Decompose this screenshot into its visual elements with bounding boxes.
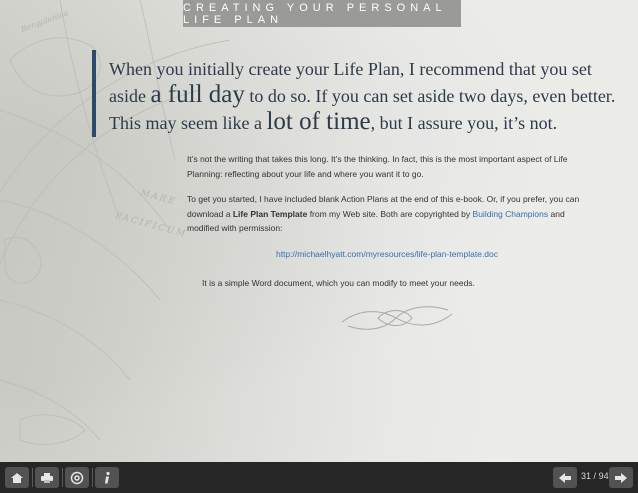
info-icon [105,471,110,483]
quote-text: When you initially create your Life Plan… [109,59,592,79]
next-page-button[interactable] [609,467,633,488]
quote-text: to do so. If you can set aside two days,… [244,86,616,106]
quote-text: aside [109,86,151,106]
previous-page-button[interactable] [553,467,577,488]
quote-emphasis: lot of time [266,108,371,135]
quote-line-2: aside a full day to do so. If you can se… [109,82,629,109]
map-label: PACIFICUM [113,211,188,240]
total-pages: 94 [598,471,609,481]
paragraph: It’s not the writing that takes this lon… [187,154,568,179]
email-icon [70,471,84,484]
url-paragraph: http://michaelhyatt.com/myresources/life… [187,247,587,262]
toolbar-divider [92,468,93,487]
quote-line-3: This may seem like a lot of time, but I … [109,109,629,136]
map-label: Bengalenica [19,8,70,34]
chapter-title: CREATING YOUR PERSONAL LIFE PLAN [183,1,447,26]
bottom-toolbar: 31 / 94 [0,462,638,493]
paragraph-text: from my Web site. Both are copyrighted b… [307,208,473,219]
print-icon [41,472,53,483]
pull-quote: When you initially create your Life Plan… [109,56,629,136]
home-button[interactable] [5,467,29,488]
quote-emphasis: a full day [150,81,245,108]
chapter-header: CREATING YOUR PERSONAL LIFE PLAN [183,0,461,27]
quote-line-1: When you initially create your Life Plan… [109,56,629,82]
template-download-link[interactable]: http://michaelhyatt.com/myresources/life… [276,249,498,259]
print-button[interactable] [35,467,59,488]
quote-accent-bar [92,50,96,137]
quote-text: , but I assure you, it’s not. [370,113,558,133]
toolbar-divider [32,468,33,487]
map-label: MARE [138,188,177,208]
page-counter: 31 / 94 [581,471,609,481]
toolbar-divider [62,468,63,487]
email-button[interactable] [65,467,89,488]
quote-text: This may seem like a [109,113,267,133]
paragraph: It is a simple Word document, which you … [202,278,475,288]
page-separator: / [593,471,597,481]
current-page: 31 [581,471,592,481]
paragraph: To get you started, I have included blan… [187,192,587,236]
arrow-left-icon [559,472,571,483]
building-champions-link[interactable]: Building Champions [473,209,549,219]
bold-text: Life Plan Template [232,208,308,219]
home-icon [11,472,23,483]
info-button[interactable] [95,467,119,488]
arrow-right-icon [615,472,627,483]
body-content: It’s not the writing that takes this lon… [187,152,587,302]
flourish-ornament [341,306,453,330]
